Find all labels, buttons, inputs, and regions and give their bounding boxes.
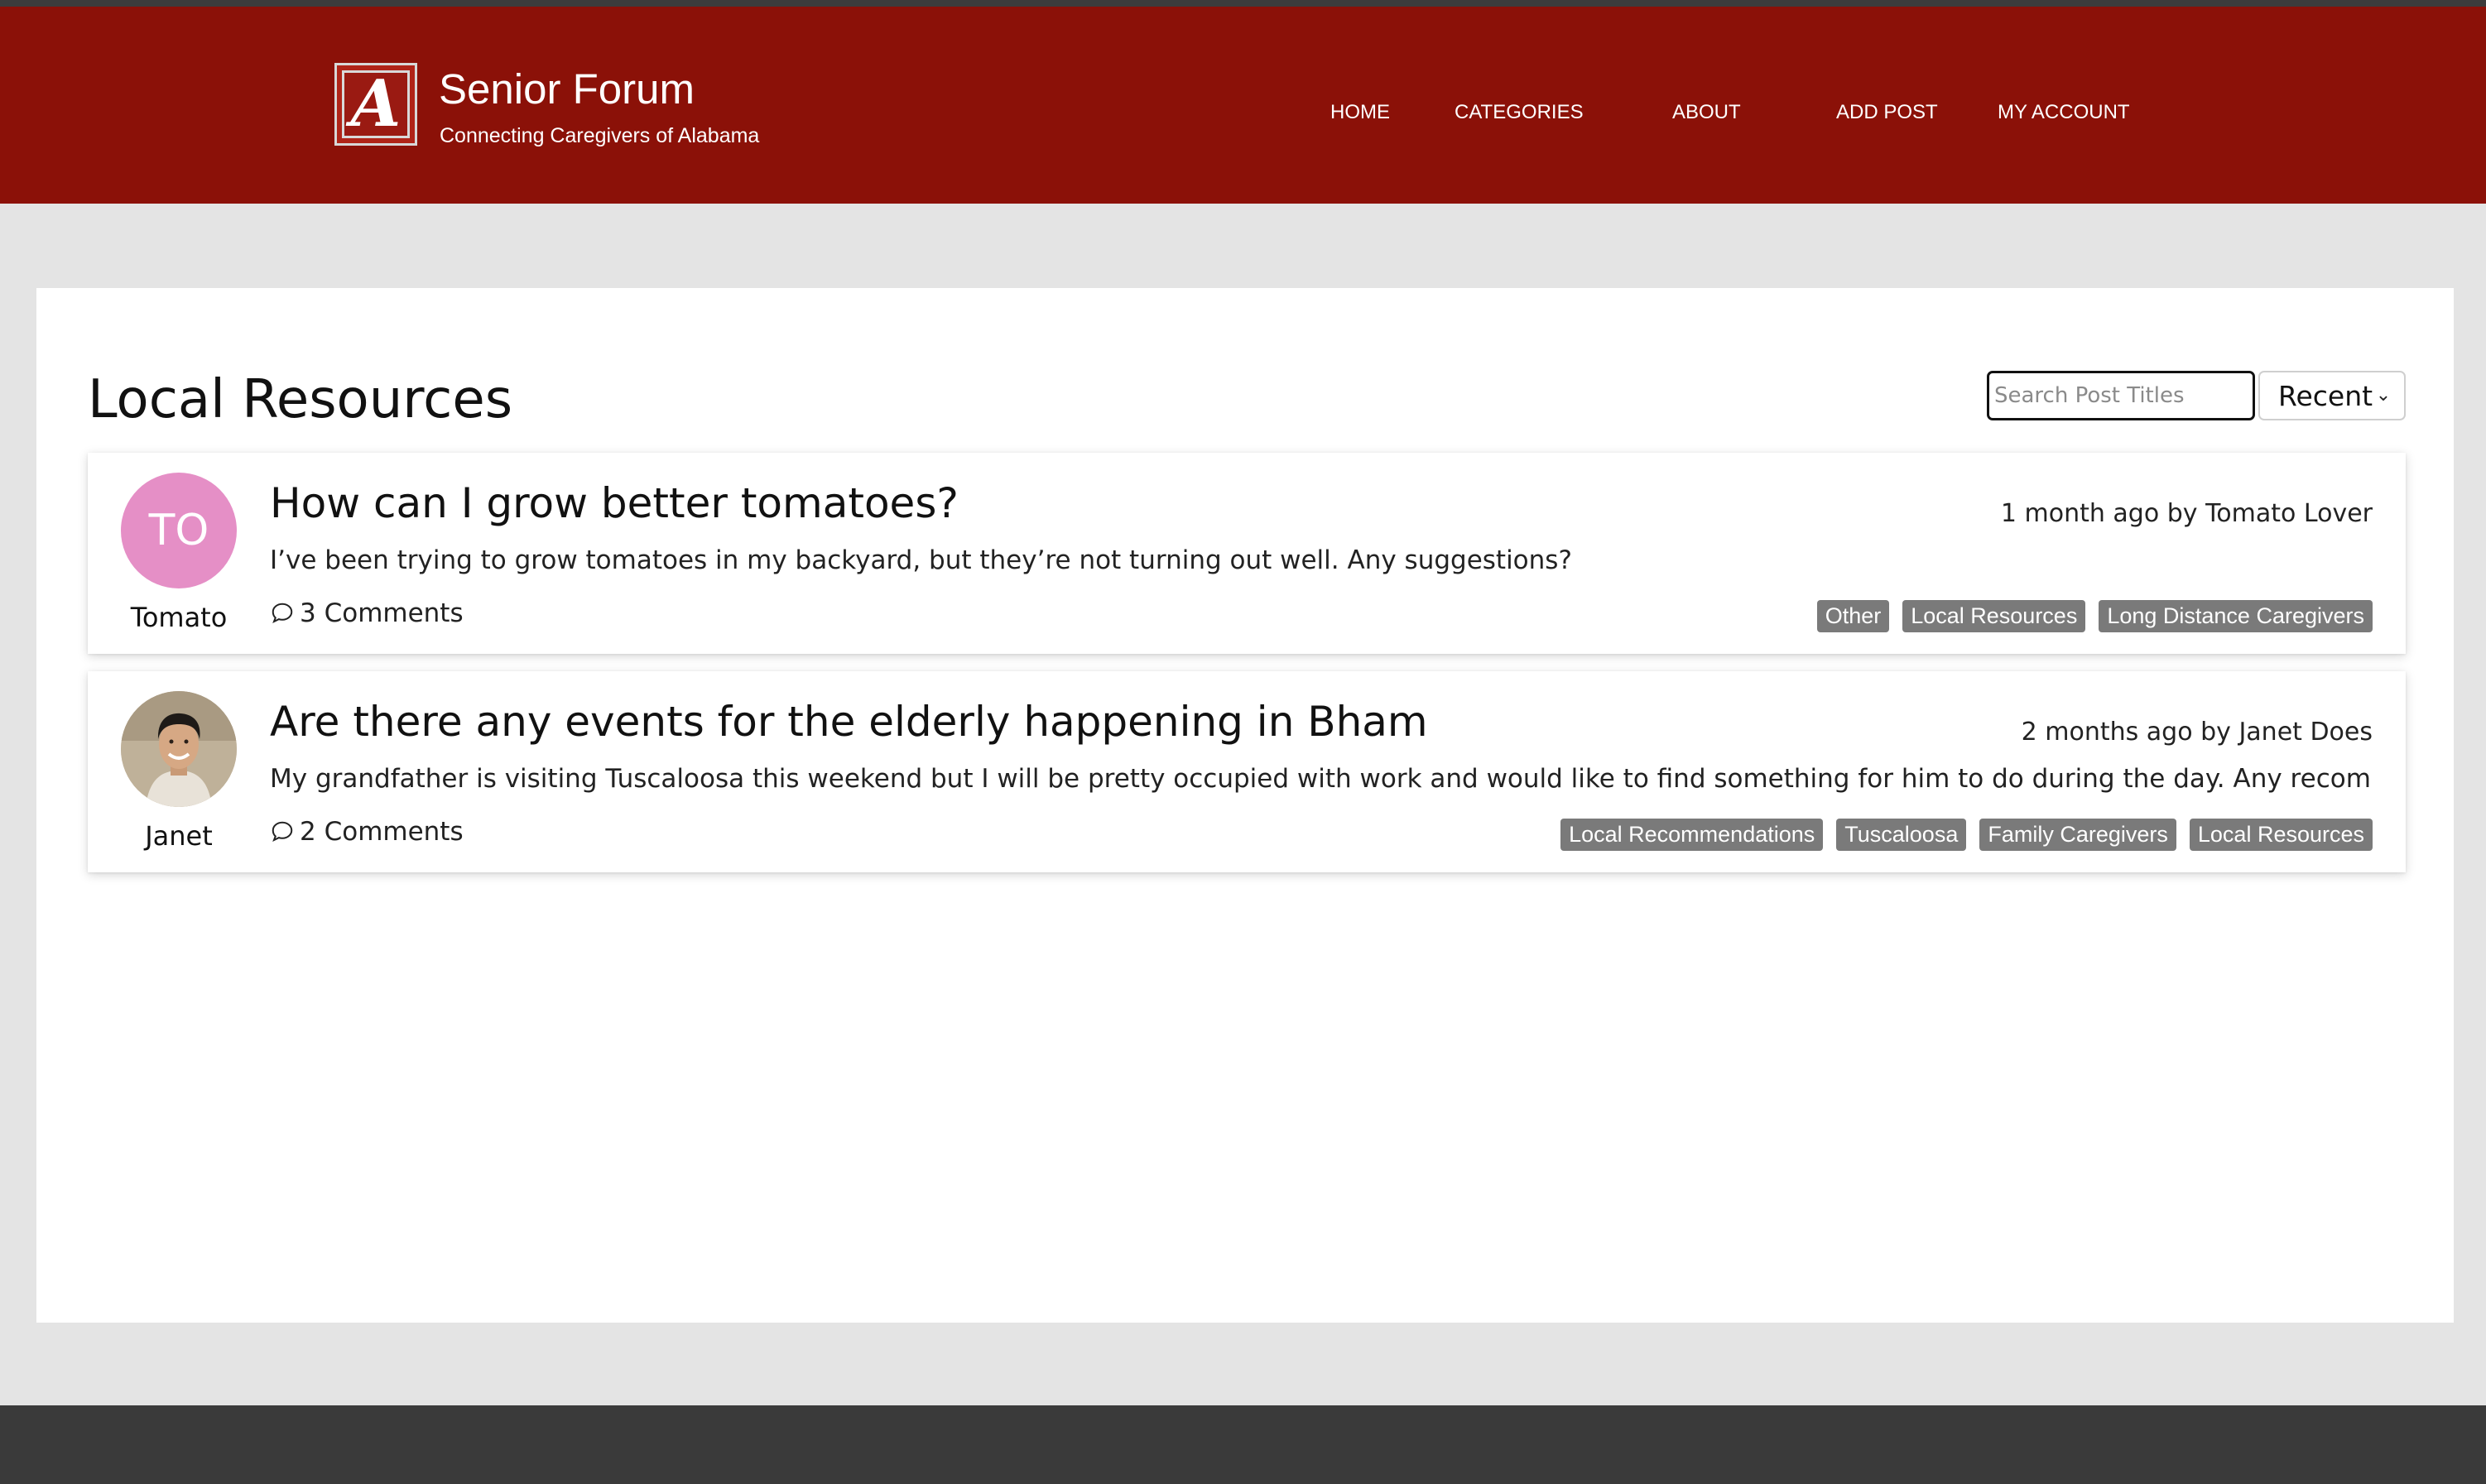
comments-count: 2 Comments bbox=[300, 817, 464, 847]
post-title[interactable]: How can I grow better tomatoes? bbox=[270, 479, 959, 527]
comment-icon bbox=[272, 603, 293, 624]
nav-my-account[interactable]: MY ACCOUNT bbox=[1998, 101, 2130, 124]
sort-select[interactable]: Recent ⌄ bbox=[2258, 371, 2406, 420]
author-name: Janet bbox=[145, 820, 213, 852]
post-excerpt: I’ve been trying to grow tomatoes in my … bbox=[270, 545, 1572, 575]
page-title: Local Resources bbox=[88, 369, 513, 430]
content-panel: Local Resources Recent ⌄ TO Tomato How c… bbox=[36, 288, 2454, 1323]
alabama-logo[interactable]: A bbox=[334, 63, 417, 146]
tag[interactable]: Local Resources bbox=[2189, 819, 2373, 851]
avatar[interactable] bbox=[121, 691, 237, 807]
nav-categories[interactable]: CATEGORIES bbox=[1455, 101, 1584, 124]
tag[interactable]: Other bbox=[1816, 600, 1890, 632]
tag[interactable]: Long Distance Caregivers bbox=[2099, 600, 2373, 632]
avatar-initials: TO bbox=[148, 506, 209, 555]
site-title[interactable]: Senior Forum bbox=[439, 65, 695, 113]
nav-home[interactable]: HOME bbox=[1330, 101, 1390, 124]
tag[interactable]: Local Recommendations bbox=[1560, 819, 1824, 851]
author-name: Tomato bbox=[130, 602, 228, 633]
comments-link[interactable]: 2 Comments bbox=[270, 817, 464, 847]
tag-list: Local Recommendations Tuscaloosa Family … bbox=[1560, 819, 2373, 851]
sort-selected-value: Recent bbox=[2278, 379, 2373, 412]
user-photo bbox=[121, 691, 237, 807]
comment-icon bbox=[272, 821, 293, 843]
top-strip bbox=[0, 0, 2486, 7]
site-header: A Senior Forum Connecting Caregivers of … bbox=[0, 7, 2486, 204]
post-card[interactable]: TO Tomato How can I grow better tomatoes… bbox=[88, 453, 2406, 654]
chevron-down-icon: ⌄ bbox=[2375, 385, 2392, 406]
logo-letter: A bbox=[350, 66, 402, 142]
post-title[interactable]: Are there any events for the elderly hap… bbox=[270, 698, 1428, 746]
post-excerpt: My grandfather is visiting Tuscaloosa th… bbox=[270, 764, 2373, 794]
avatar[interactable]: TO bbox=[121, 473, 237, 588]
tag-list: Other Local Resources Long Distance Care… bbox=[1816, 600, 2373, 632]
nav-add-post[interactable]: ADD POST bbox=[1836, 101, 1938, 124]
post-card[interactable]: Janet Are there any events for the elder… bbox=[88, 671, 2406, 872]
comments-count: 3 Comments bbox=[300, 598, 464, 628]
post-meta: 2 months ago by Janet Does bbox=[2021, 718, 2373, 747]
comments-link[interactable]: 3 Comments bbox=[270, 598, 464, 628]
tag[interactable]: Family Caregivers bbox=[1979, 819, 2176, 851]
search-input[interactable] bbox=[1987, 371, 2255, 420]
site-subtitle: Connecting Caregivers of Alabama bbox=[440, 124, 760, 147]
nav-about[interactable]: ABOUT bbox=[1672, 101, 1741, 124]
site-footer bbox=[0, 1405, 2486, 1484]
tag[interactable]: Tuscaloosa bbox=[1836, 819, 1967, 851]
post-meta: 1 month ago by Tomato Lover bbox=[2000, 499, 2373, 528]
tag[interactable]: Local Resources bbox=[1902, 600, 2086, 632]
